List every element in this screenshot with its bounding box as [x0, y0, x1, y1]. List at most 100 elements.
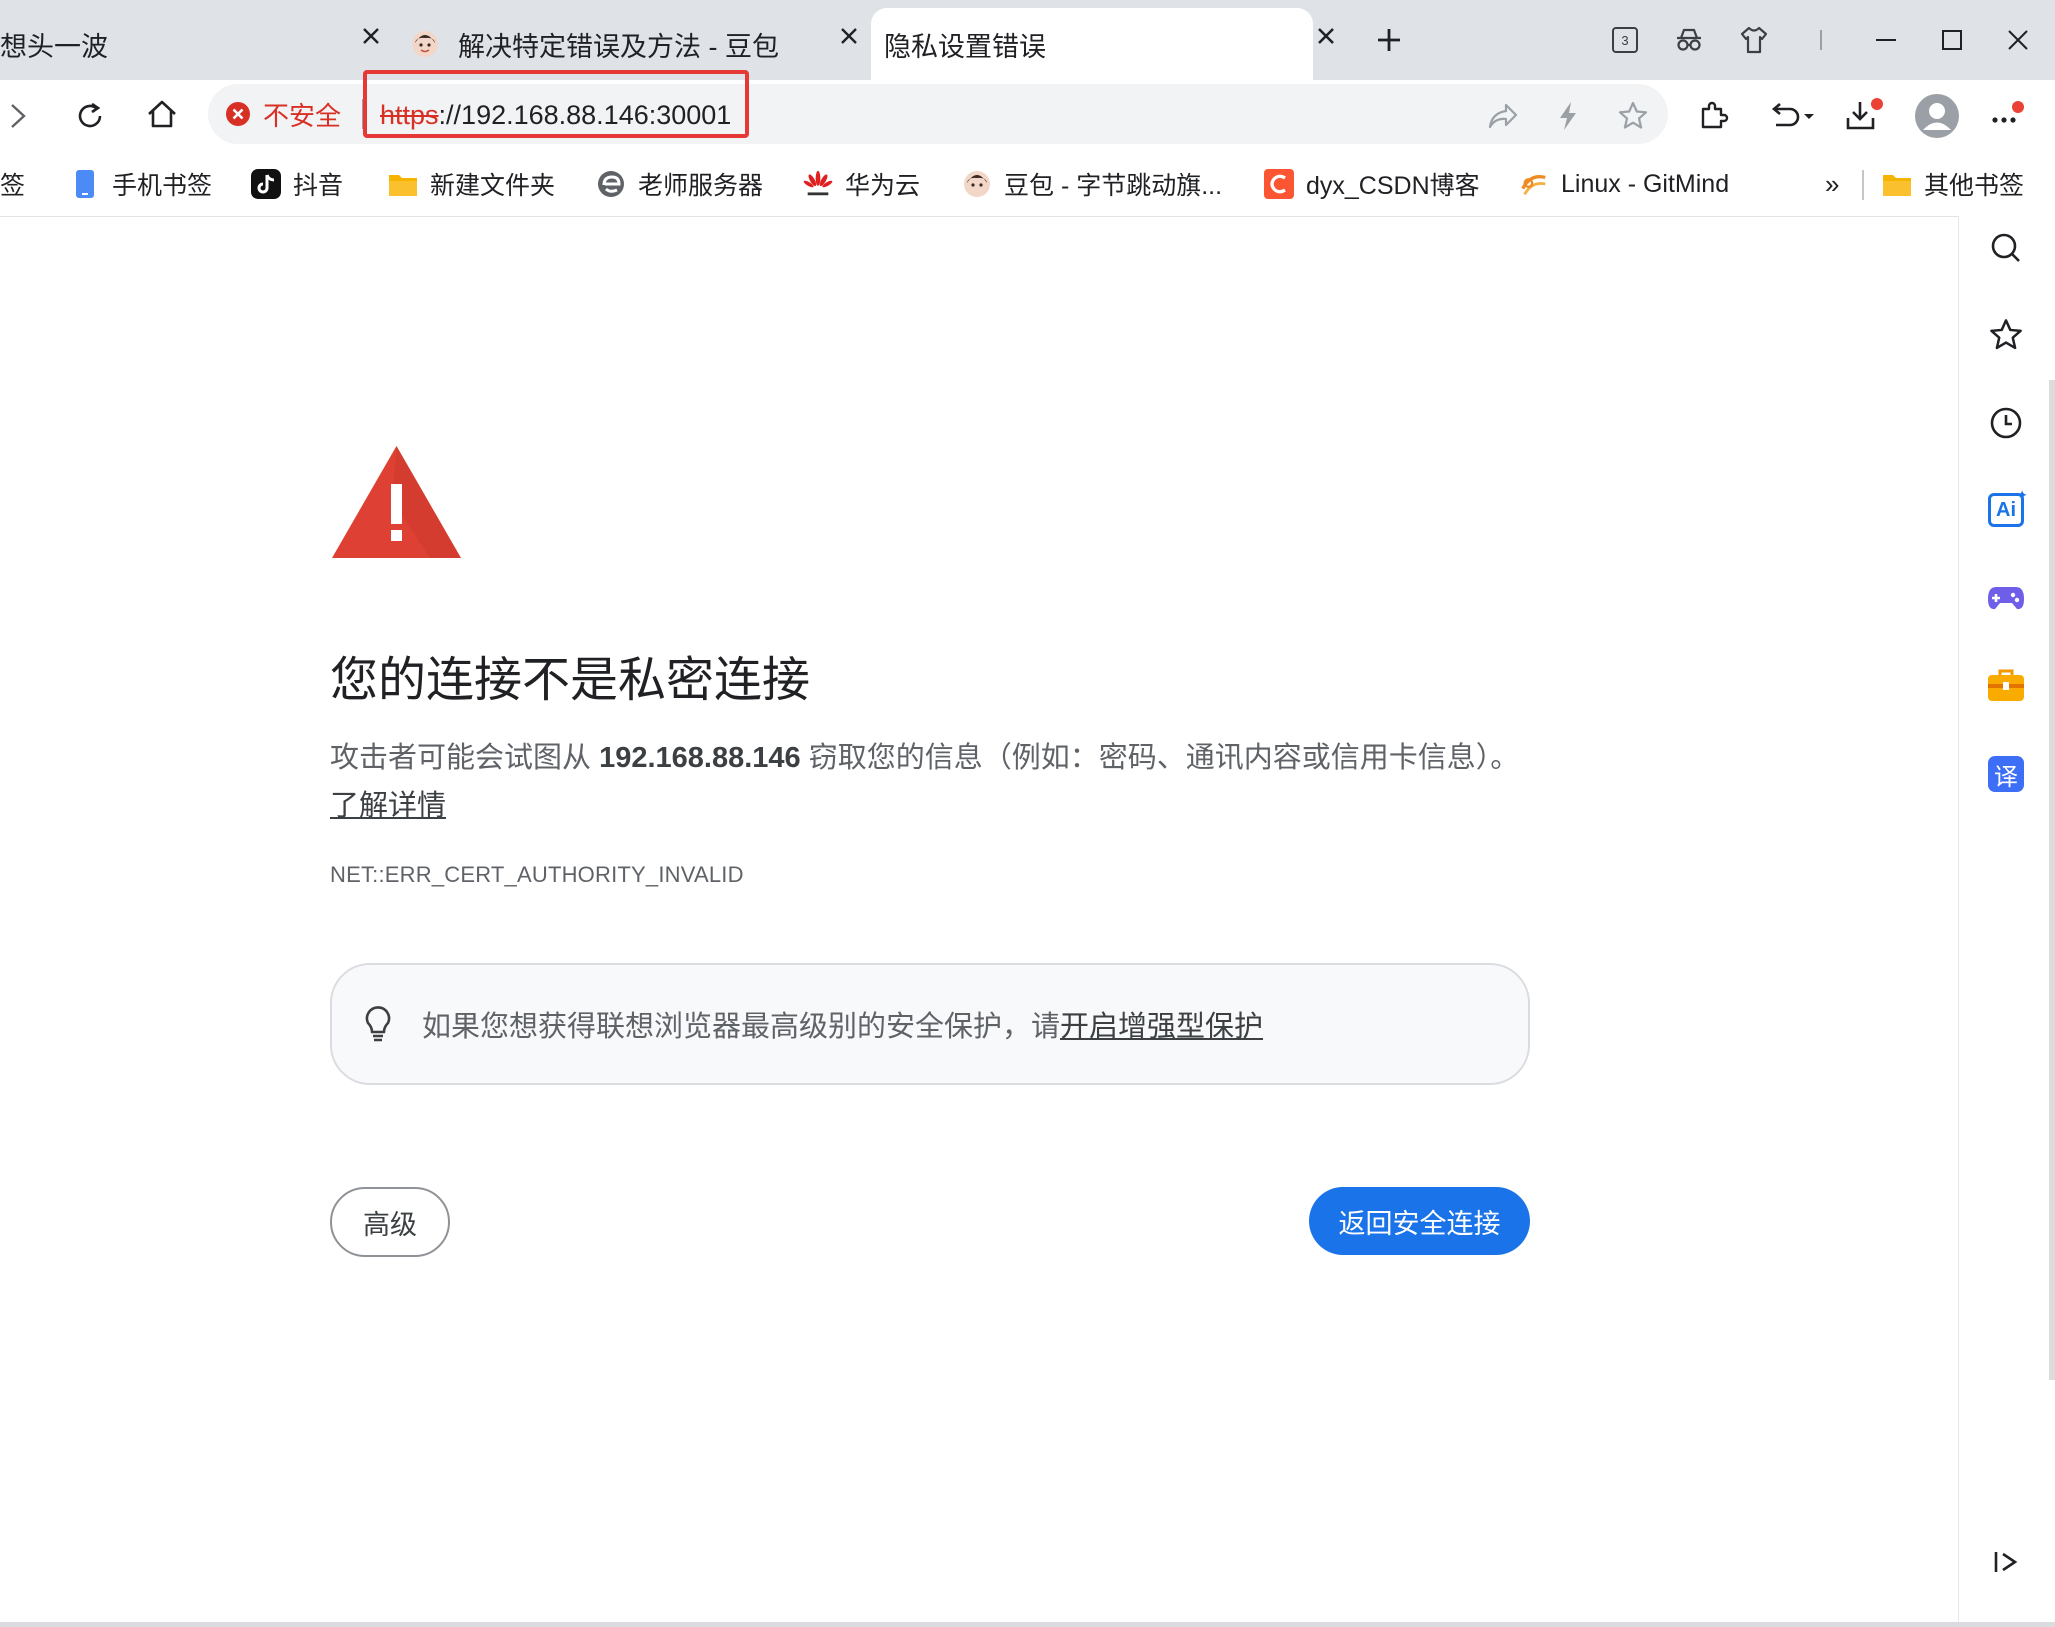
bookmarks-divider: [1862, 170, 1864, 200]
close-tab-3-button[interactable]: [1310, 20, 1342, 52]
download-icon: [1846, 98, 1883, 130]
bookmark-item[interactable]: 签: [0, 162, 25, 206]
share-button[interactable]: [1479, 92, 1527, 140]
bookmark-item[interactable]: 老师服务器: [596, 162, 763, 206]
tab-1[interactable]: 想头一波: [0, 8, 380, 80]
sidebar-search-button[interactable]: [1982, 224, 2030, 272]
tab-active[interactable]: 隐私设置错误: [871, 8, 1313, 80]
reload-button[interactable]: [66, 92, 114, 140]
error-circle-icon: [226, 102, 250, 126]
menu-button[interactable]: [1983, 92, 2031, 140]
phone-icon: [70, 169, 100, 199]
minimize-icon: [1876, 39, 1896, 41]
skin-button[interactable]: [1732, 18, 1776, 62]
folder-icon: [1882, 169, 1912, 199]
bookmark-label: 老师服务器: [638, 172, 764, 200]
bookmark-item[interactable]: 新建文件夹: [388, 162, 555, 206]
doubao-icon: [410, 29, 440, 59]
tab-title: 隐私设置错误: [884, 31, 1046, 62]
folder-icon: [388, 169, 418, 199]
lightning-icon: [1560, 102, 1576, 130]
error-code: NET::ERR_CERT_AUTHORITY_INVALID: [330, 862, 744, 887]
more-dots-icon: [1992, 101, 2024, 123]
close-icon: [363, 28, 379, 44]
plus-icon: [1378, 29, 1400, 51]
incognito-button[interactable]: [1667, 18, 1711, 62]
close-icon: [841, 28, 857, 44]
maximize-icon: [1942, 30, 1962, 50]
maximize-button[interactable]: [1930, 18, 1974, 62]
tip-sentence: 如果您想获得联想浏览器最高级别的安全保护，请: [422, 1011, 1061, 1043]
page-title: 您的连接不是私密连接: [330, 654, 811, 707]
new-tab-button[interactable]: [1367, 18, 1411, 62]
close-window-button[interactable]: [1996, 18, 2040, 62]
tab-counter-button[interactable]: 3: [1603, 18, 1647, 62]
sidebar-games-button[interactable]: [1982, 574, 2030, 622]
undo-button[interactable]: [1760, 92, 1824, 140]
profile-button[interactable]: [1911, 90, 1963, 142]
sidebar-toolbox-button[interactable]: [1982, 661, 2030, 709]
sidebar-history-button[interactable]: [1982, 399, 2030, 447]
security-chip[interactable]: 不安全: [225, 94, 341, 134]
search-icon: [1991, 233, 2020, 262]
collapse-sidebar-icon: [1994, 1552, 2018, 1572]
sidebar-translate-button[interactable]: 译: [1982, 750, 2030, 798]
gamepad-icon: [1988, 587, 2024, 610]
bookmark-label: dyx_CSDN博客: [1306, 172, 1480, 200]
bookmark-item[interactable]: 豆包 - 字节跳动旗...: [962, 162, 1222, 206]
bookmark-item[interactable]: 华为云: [803, 162, 920, 206]
undo-icon: [1771, 103, 1814, 127]
close-icon: [2008, 30, 2028, 50]
downloads-button[interactable]: [1841, 92, 1889, 140]
chevron-right-icon: [11, 104, 26, 128]
huawei-icon: [803, 169, 833, 199]
history-icon: [1990, 407, 2022, 439]
close-icon: [1318, 28, 1334, 44]
close-tab-1-button[interactable]: [355, 20, 387, 52]
bookmark-label: 抖音: [293, 172, 344, 200]
warning-icon: [330, 444, 463, 560]
advanced-button[interactable]: 高级: [330, 1187, 450, 1257]
close-tab-2-button[interactable]: [833, 20, 865, 52]
star-icon: [1618, 101, 1648, 129]
bookmark-label: 签: [0, 172, 26, 200]
titlebar-divider: [1820, 30, 1822, 50]
overflow-chevron-icon: »: [1825, 168, 1840, 199]
sidebar-ai-button[interactable]: Ai ✦: [1982, 486, 2030, 534]
sidebar-scroll-edge: [2049, 380, 2055, 1380]
host-name: 192.168.88.146: [599, 742, 801, 774]
avatar-icon: [1915, 94, 1959, 138]
bookmarks-overflow-button[interactable]: »: [1825, 162, 1839, 206]
lightbulb-icon: [364, 1005, 392, 1043]
back-to-safety-button[interactable]: 返回安全连接: [1309, 1187, 1530, 1255]
sidebar-favorites-button[interactable]: [1982, 311, 2030, 359]
enable-enhanced-protection-link[interactable]: 开启增强型保护: [1060, 1011, 1263, 1043]
bookmark-item[interactable]: 手机书签: [70, 162, 212, 206]
bookmark-item[interactable]: Linux - GitMind: [1519, 162, 1729, 206]
bookmark-item[interactable]: dyx_CSDN博客: [1264, 162, 1480, 206]
bookmark-item[interactable]: 抖音: [251, 162, 343, 206]
doubao-icon: [962, 169, 992, 199]
incognito-icon: [1677, 28, 1701, 51]
learn-more-link[interactable]: 了解详情: [330, 790, 446, 822]
sidebar-collapse-button[interactable]: [1982, 1538, 2030, 1586]
extensions-button[interactable]: [1690, 92, 1738, 140]
reload-icon: [78, 102, 102, 128]
bookmark-label: 手机书签: [112, 172, 213, 200]
tab-counter-icon: 3: [1612, 27, 1638, 53]
sparkle-icon: ✦: [2016, 487, 2028, 503]
bookmark-label: 华为云: [845, 172, 921, 200]
minimize-button[interactable]: [1864, 18, 1908, 62]
share-icon: [1488, 103, 1518, 129]
security-tip-box: 如果您想获得联想浏览器最高级别的安全保护，请开启增强型保护: [330, 963, 1530, 1085]
error-description: 攻击者可能会试图从 192.168.88.146 窃取您的信息（例如：密码、通讯…: [330, 734, 1530, 830]
speedup-button[interactable]: [1544, 92, 1592, 140]
edge-icon: [596, 169, 626, 199]
ai-icon: Ai ✦: [1988, 487, 2028, 527]
tiktok-icon: [251, 169, 281, 199]
forward-button[interactable]: [0, 92, 42, 140]
home-button[interactable]: [138, 90, 186, 138]
security-label: 不安全: [263, 100, 342, 131]
other-bookmarks[interactable]: 其他书签: [1882, 162, 2024, 206]
bookmark-star-button[interactable]: [1609, 92, 1657, 140]
